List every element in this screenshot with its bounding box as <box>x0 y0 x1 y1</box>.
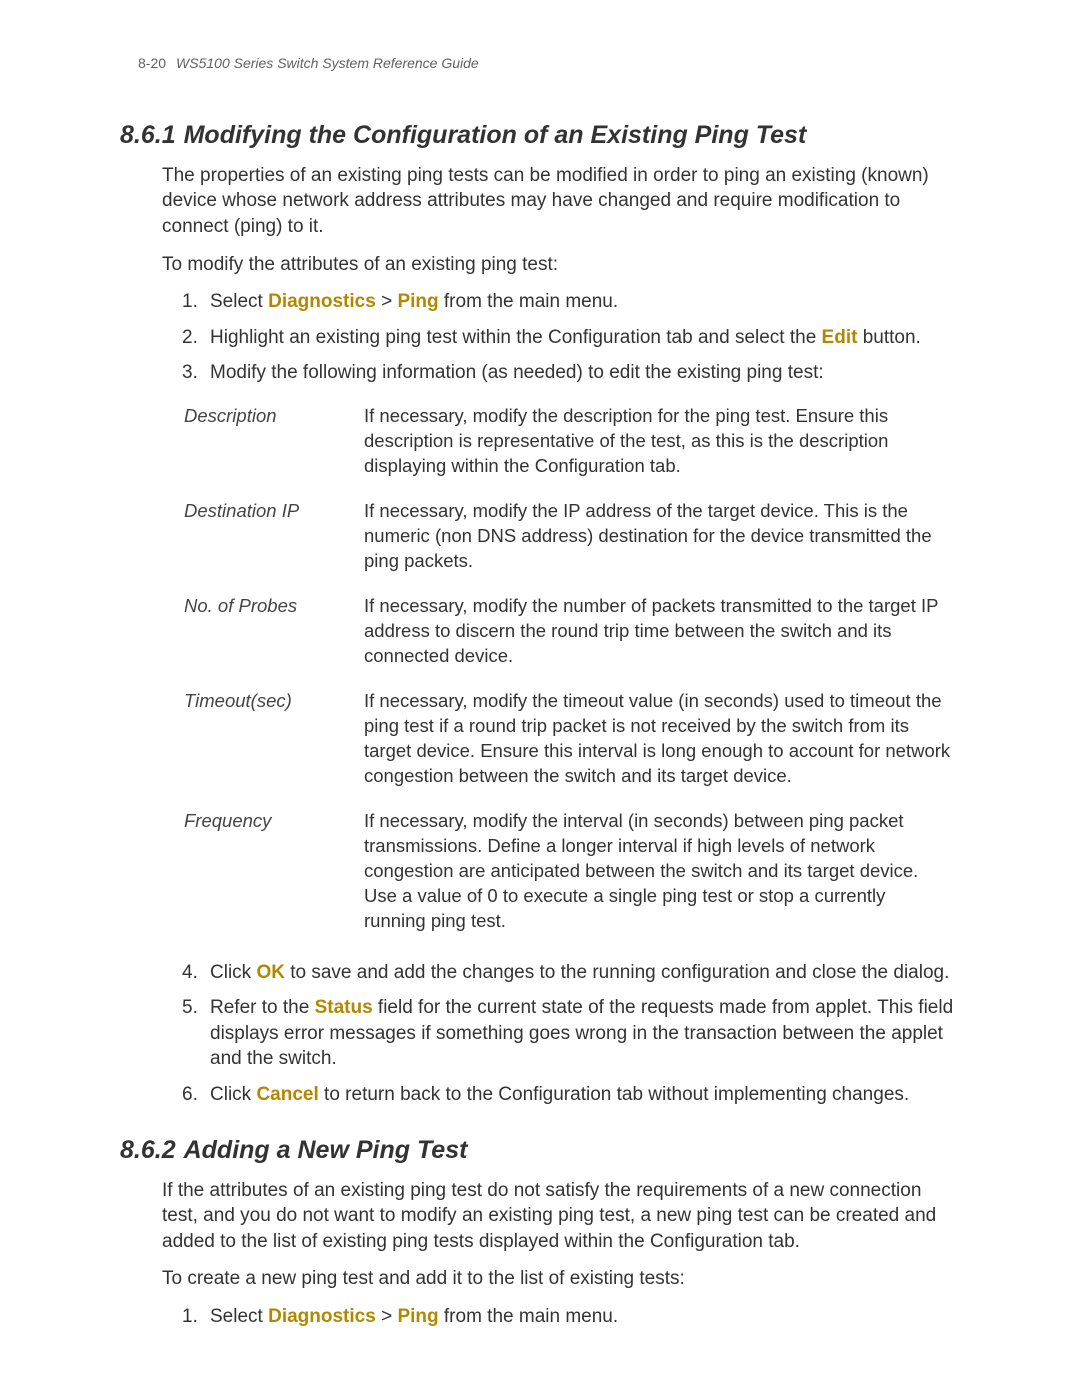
document-page: 8-20 WS5100 Series Switch System Referen… <box>0 0 1080 1400</box>
step-number: 5. <box>182 995 210 1021</box>
step-text: Highlight an existing ping test within t… <box>210 325 960 351</box>
status-field-label: Status <box>315 997 373 1018</box>
intro-paragraph: The properties of an existing ping tests… <box>162 163 960 240</box>
step-number: 6. <box>182 1082 210 1108</box>
term-no-of-probes: No. of Probes <box>184 586 364 681</box>
step-text: Refer to the Status field for the curren… <box>210 995 960 1072</box>
steps-list-861-b: 4. Click OK to save and add the changes … <box>182 960 960 1108</box>
menu-ping-label: Ping <box>397 291 438 312</box>
step-text: Modify the following information (as nee… <box>210 360 960 386</box>
field-definition-table: Description If necessary, modify the des… <box>184 396 960 945</box>
running-header: 8-20 WS5100 Series Switch System Referen… <box>120 54 960 73</box>
page-number: 8-20 <box>138 54 166 73</box>
term-timeout: Timeout(sec) <box>184 681 364 801</box>
def-timeout: If necessary, modify the timeout value (… <box>364 681 960 801</box>
table-row: No. of Probes If necessary, modify the n… <box>184 586 960 681</box>
section-861-body: The properties of an existing ping tests… <box>162 163 960 1108</box>
intro-paragraph: If the attributes of an existing ping te… <box>162 1178 960 1255</box>
menu-ping-label: Ping <box>397 1306 438 1327</box>
term-description: Description <box>184 396 364 491</box>
term-frequency: Frequency <box>184 801 364 946</box>
table-row: Timeout(sec) If necessary, modify the ti… <box>184 681 960 801</box>
section-number: 8.6.2 <box>120 1134 176 1168</box>
edit-button-label: Edit <box>822 327 858 348</box>
step-number: 1. <box>182 289 210 315</box>
steps-list-861-a: 1. Select Diagnostics > Ping from the ma… <box>182 289 960 386</box>
def-frequency: If necessary, modify the interval (in se… <box>364 801 960 946</box>
step-text: Select Diagnostics > Ping from the main … <box>210 1304 960 1330</box>
step-4: 4. Click OK to save and add the changes … <box>182 960 960 986</box>
section-title: Adding a New Ping Test <box>184 1134 468 1168</box>
step-6: 6. Click Cancel to return back to the Co… <box>182 1082 960 1108</box>
section-title: Modifying the Configuration of an Existi… <box>184 119 807 153</box>
cancel-button-label: Cancel <box>256 1084 318 1105</box>
step-text: Click Cancel to return back to the Confi… <box>210 1082 960 1108</box>
def-destination-ip: If necessary, modify the IP address of t… <box>364 491 960 586</box>
menu-diagnostics-label: Diagnostics <box>268 291 376 312</box>
step-text: Click OK to save and add the changes to … <box>210 960 960 986</box>
menu-diagnostics-label: Diagnostics <box>268 1306 376 1327</box>
lead-paragraph: To modify the attributes of an existing … <box>162 252 960 278</box>
def-description: If necessary, modify the description for… <box>364 396 960 491</box>
ok-button-label: OK <box>256 962 285 983</box>
lead-paragraph: To create a new ping test and add it to … <box>162 1266 960 1292</box>
table-row: Description If necessary, modify the des… <box>184 396 960 491</box>
step-1: 1. Select Diagnostics > Ping from the ma… <box>182 289 960 315</box>
section-heading-862: 8.6.2 Adding a New Ping Test <box>120 1134 960 1168</box>
step-5: 5. Refer to the Status field for the cur… <box>182 995 960 1072</box>
table-row: Destination IP If necessary, modify the … <box>184 491 960 586</box>
step-1: 1. Select Diagnostics > Ping from the ma… <box>182 1304 960 1330</box>
section-862-body: If the attributes of an existing ping te… <box>162 1178 960 1330</box>
section-heading-861: 8.6.1 Modifying the Configuration of an … <box>120 119 960 153</box>
term-destination-ip: Destination IP <box>184 491 364 586</box>
book-title: WS5100 Series Switch System Reference Gu… <box>176 54 479 73</box>
steps-list-862: 1. Select Diagnostics > Ping from the ma… <box>182 1304 960 1330</box>
step-number: 3. <box>182 360 210 386</box>
step-3: 3. Modify the following information (as … <box>182 360 960 386</box>
step-2: 2. Highlight an existing ping test withi… <box>182 325 960 351</box>
step-number: 1. <box>182 1304 210 1330</box>
table-row: Frequency If necessary, modify the inter… <box>184 801 960 946</box>
step-number: 4. <box>182 960 210 986</box>
step-text: Select Diagnostics > Ping from the main … <box>210 289 960 315</box>
section-number: 8.6.1 <box>120 119 176 153</box>
def-no-of-probes: If necessary, modify the number of packe… <box>364 586 960 681</box>
step-number: 2. <box>182 325 210 351</box>
definition-table-wrap: Description If necessary, modify the des… <box>184 396 960 945</box>
